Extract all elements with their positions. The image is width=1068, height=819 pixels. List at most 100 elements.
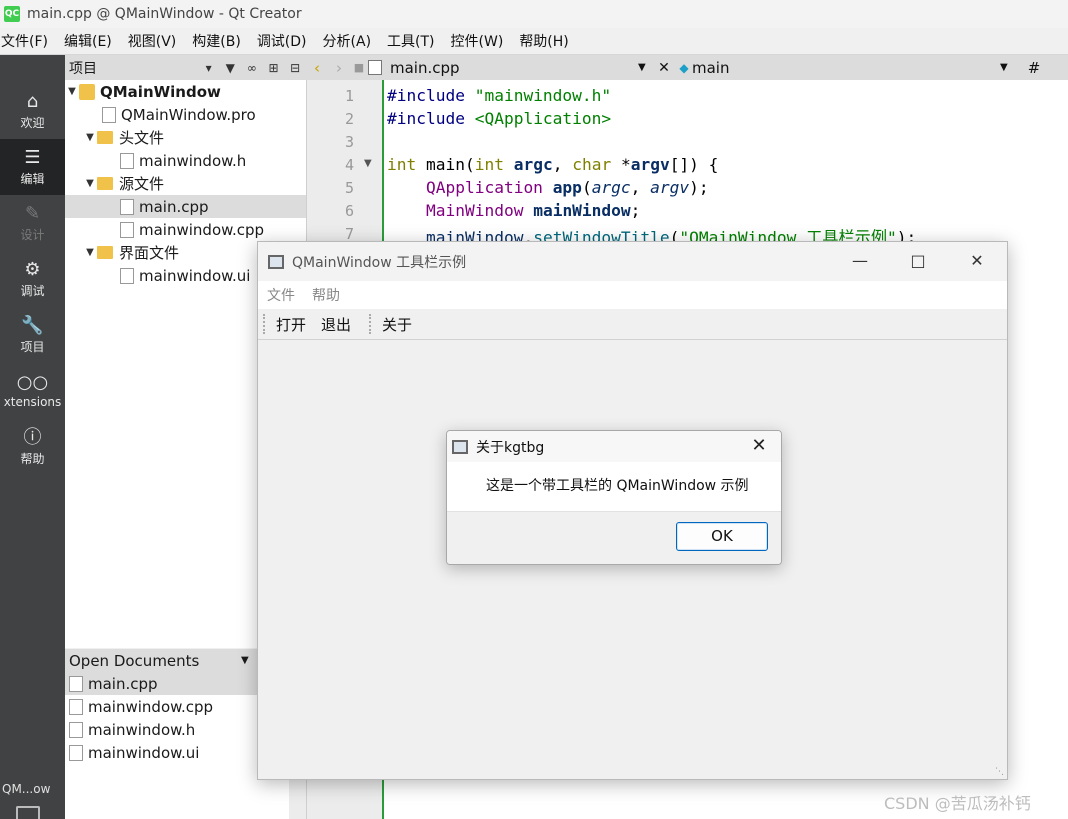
mode-extensions[interactable]: ○○ xtensions [0,363,65,419]
tree-item-pro[interactable]: QMainWindow.pro [65,103,306,126]
code-token: int [387,155,417,174]
file-selector[interactable]: main.cpp [390,59,638,77]
tree-item-label: mainwindow.cpp [139,220,265,239]
app-menu-help[interactable]: 帮助 [312,285,340,305]
dialog-body: 这是一个带工具栏的 QMainWindow 示例 [447,462,781,511]
hash-button[interactable]: # [1022,59,1046,77]
close-file-icon[interactable]: ✕ [652,60,676,76]
app-title-bar[interactable]: QMainWindow 工具栏示例 — □ ✕ [258,242,1007,281]
expand-arrow-icon[interactable]: ▼ [83,132,97,143]
dropdown-arrow-icon[interactable]: ▼ [638,62,652,73]
close-icon[interactable]: ✕ [749,436,769,456]
tree-item-label: 界面文件 [119,244,180,262]
tree-item-label: main.cpp [139,197,209,216]
tree-item-mainwindow-cpp[interactable]: mainwindow.cpp [65,218,306,241]
forward-icon[interactable]: › [328,59,350,77]
menu-help[interactable]: 帮助(H) [518,31,576,51]
maximize-icon[interactable]: □ [908,251,928,271]
code-line-6: MainWindow mainWindow; [425,201,641,220]
open-doc-item[interactable]: mainwindow.ui [65,741,289,764]
mode-welcome[interactable]: ⌂ 欢迎 [0,83,65,139]
menu-analyze[interactable]: 分析(A) [322,31,380,51]
dropdown-arrow-icon[interactable]: ▾ [198,61,220,75]
toolbar-about-button[interactable]: 关于 [380,312,414,337]
help-icon: ⓘ [23,426,42,448]
open-doc-item[interactable]: mainwindow.h [65,718,289,741]
menu-tools[interactable]: 工具(T) [386,31,442,51]
code-line-1: #include "mainwindow.h" [387,86,611,105]
menu-edit[interactable]: 编辑(E) [63,31,120,51]
expand-arrow-icon[interactable]: ▼ [65,86,79,97]
mode-design[interactable]: ✎ 设计 [0,195,65,251]
menu-file[interactable]: 文件(F) [0,31,56,51]
app-window-title: QMainWindow 工具栏示例 [292,254,467,271]
app-menu-bar: 文件 帮助 [258,281,1007,309]
tree-item-label: 头文件 [119,129,165,147]
bug-icon: ⚙ [24,258,41,280]
close-panel-icon[interactable]: ⊟ [284,61,306,75]
expand-arrow-icon[interactable]: ▼ [83,178,97,189]
cpp-file-icon [69,698,83,715]
line-number: 1 [344,87,354,105]
line-number: 5 [344,179,354,197]
tree-item-label: QMainWindow.pro [121,105,256,124]
code-token: QApplication [425,178,543,197]
resize-grip-icon[interactable]: ⋱ [995,767,1005,777]
dropdown-arrow-icon[interactable]: ▼ [241,655,249,666]
cpp-file-icon [69,675,83,692]
link-icon[interactable]: ∞ [241,61,263,75]
mode-help[interactable]: ⓘ 帮助 [0,419,65,475]
dialog-title-bar[interactable]: 关于kgtbg ✕ [447,431,781,462]
toolbar-open-button[interactable]: 打开 [274,312,308,337]
mode-label: xtensions [3,395,62,409]
mode-debug[interactable]: ⚙ 调试 [0,251,65,307]
toolbar-exit-button[interactable]: 退出 [319,312,353,337]
folder-icon [97,131,113,144]
code-line-5: QApplication app(argc, argv); [425,178,709,197]
menu-build[interactable]: 构建(B) [191,31,249,51]
tree-item-main-cpp[interactable]: main.cpp [65,195,306,218]
tree-item-sources[interactable]: ▼ 源文件 [65,172,306,195]
dropdown-arrow-icon[interactable]: ▼ [1000,62,1022,73]
folder-icon [97,177,113,190]
symbol-selector[interactable]: main [692,59,1000,77]
close-icon[interactable]: ✕ [967,251,987,271]
code-line-2: #include <QApplication> [387,109,611,128]
expand-arrow-icon[interactable]: ▼ [83,247,97,258]
tree-item-headers[interactable]: ▼ 头文件 [65,126,306,149]
line-number: 6 [344,202,354,220]
code-token: argv [630,155,670,174]
open-documents-header[interactable]: Open Documents ▼ [65,649,257,672]
watermark: CSDN @苦瓜汤补钙 [884,794,1031,813]
toolbar-grip[interactable] [369,314,372,334]
code-token: mainWindow [533,201,631,220]
split-icon[interactable]: ⊞ [263,61,285,75]
menu-debug[interactable]: 调试(D) [256,31,315,51]
mode-edit[interactable]: ☰ 编辑 [0,139,65,195]
fold-arrow-icon[interactable]: ▼ [364,158,372,169]
code-token: "mainwindow.h" [464,86,612,105]
app-menu-file[interactable]: 文件 [267,285,295,305]
menu-view[interactable]: 视图(V) [127,31,185,51]
tree-item-mainwindow-h[interactable]: mainwindow.h [65,149,306,172]
toolbar-grip[interactable] [263,314,265,334]
target-selector-label[interactable]: QM...ow [0,782,65,800]
mode-projects[interactable]: 🔧 项目 [0,307,65,363]
ui-file-icon [120,267,134,284]
ok-button[interactable]: OK [676,522,768,551]
lock-icon: ■ [353,61,365,74]
back-icon[interactable]: ‹ [306,59,328,77]
open-doc-item[interactable]: mainwindow.cpp [65,695,289,718]
minimize-icon[interactable]: — [850,251,870,271]
app-window-icon [268,254,284,269]
line-number: 3 [344,133,354,151]
menu-controls[interactable]: 控件(W) [450,31,512,51]
mode-sidebar-top [0,55,65,80]
open-doc-item[interactable]: main.cpp [65,672,289,695]
design-icon: ✎ [24,202,41,224]
code-token: <QApplication> [464,109,612,128]
filter-icon[interactable]: ▼ [219,61,241,75]
code-token: MainWindow [425,201,524,220]
tree-item-root[interactable]: ▼ QMainWindow [65,80,306,103]
project-panel-selector[interactable]: 项目 [65,58,198,78]
